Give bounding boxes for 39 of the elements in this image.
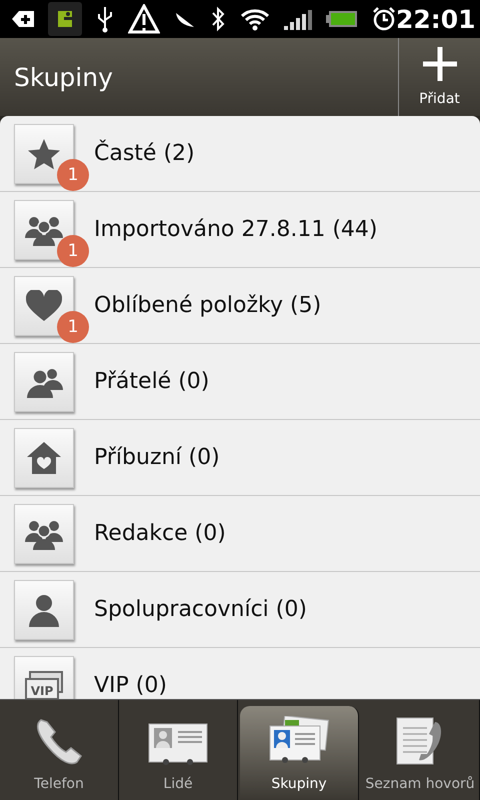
usb-icon [96, 5, 114, 33]
group-row[interactable]: 1 Časté (2) [0, 116, 480, 192]
wifi-icon [240, 7, 270, 31]
group-name: Importováno 27.8.11 (44) [94, 217, 378, 242]
count-badge: 1 [57, 234, 89, 266]
group-row[interactable]: Přátelé (0) [0, 344, 480, 420]
app-icon [48, 2, 82, 36]
plus-icon [422, 47, 456, 81]
nav-tab[interactable]: Seznam hovorů [361, 700, 480, 800]
nav-tab[interactable]: Telefon [0, 700, 119, 800]
screen-title: Skupiny [13, 62, 114, 94]
group-row[interactable]: 1 Importováno 27.8.11 (44) [0, 192, 480, 268]
nav-tab[interactable]: Skupiny [240, 706, 359, 800]
person-icon [27, 592, 61, 626]
group-name: Časté (2) [94, 141, 195, 166]
star-icon [27, 138, 61, 170]
alarm-clock-icon [372, 6, 396, 32]
group-name: VIP (0) [94, 673, 167, 698]
notification-icon [12, 9, 34, 29]
bluetooth-icon [210, 6, 226, 32]
nav-tab[interactable]: Lidé [119, 700, 238, 800]
group-row[interactable]: Příbuzní (0) [0, 420, 480, 496]
group-name: Redakce (0) [94, 521, 226, 546]
group-name: Přátelé (0) [94, 369, 210, 394]
heart-icon [26, 290, 62, 322]
group-row[interactable]: 1 Oblíbené položky (5) [0, 268, 480, 344]
count-badge: 1 [57, 158, 89, 190]
group-name: Spolupracovníci (0) [94, 597, 307, 622]
clock-time: 22:01 [396, 4, 476, 34]
count-badge: 1 [57, 310, 89, 342]
battery-icon [326, 10, 358, 28]
contact-card-icon [148, 722, 208, 768]
group-row[interactable]: Redakce (0) [0, 496, 480, 572]
group-name: Oblíbené položky (5) [94, 293, 322, 318]
group-row[interactable]: Spolupracovníci (0) [0, 572, 480, 648]
house-heart-icon [26, 440, 62, 474]
warning-icon [128, 4, 160, 34]
group-name: Příbuzní (0) [94, 445, 220, 470]
signal-icon [284, 8, 312, 30]
